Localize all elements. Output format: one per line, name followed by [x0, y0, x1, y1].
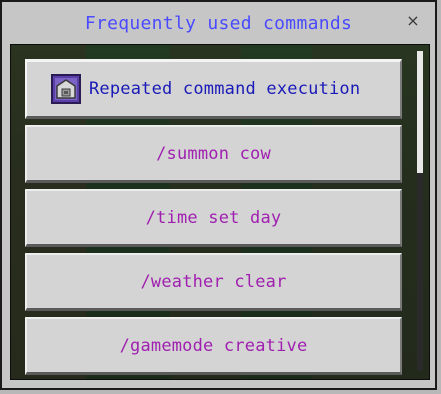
commands-list: Repeated command execution /summon cow /… [25, 59, 402, 379]
command-button[interactable]: /weather clear [25, 253, 402, 311]
scrollbar-thumb[interactable] [417, 51, 423, 173]
list-scrollbar[interactable] [417, 51, 423, 371]
commands-list-panel: Repeated command execution /summon cow /… [10, 44, 430, 380]
command-label: /gamemode creative [119, 335, 308, 356]
repeated-command-label: Repeated command execution [89, 79, 361, 99]
close-button[interactable]: × [405, 12, 421, 30]
dialog-title: Frequently used commands [84, 13, 353, 34]
command-button[interactable]: /time set day [25, 189, 402, 247]
command-block-icon [51, 74, 81, 104]
command-label: /time set day [145, 207, 282, 228]
command-label: /summon cow [156, 143, 271, 164]
dialog-header: Frequently used commands × [2, 2, 435, 46]
command-button[interactable]: /summon cow [25, 125, 402, 183]
command-button[interactable]: /gamemode creative [25, 317, 402, 375]
repeated-command-button[interactable]: Repeated command execution [25, 59, 402, 119]
commands-dialog: Frequently used commands × Repeated comm… [0, 0, 437, 390]
close-icon: × [406, 11, 420, 30]
command-label: /weather clear [140, 271, 287, 292]
